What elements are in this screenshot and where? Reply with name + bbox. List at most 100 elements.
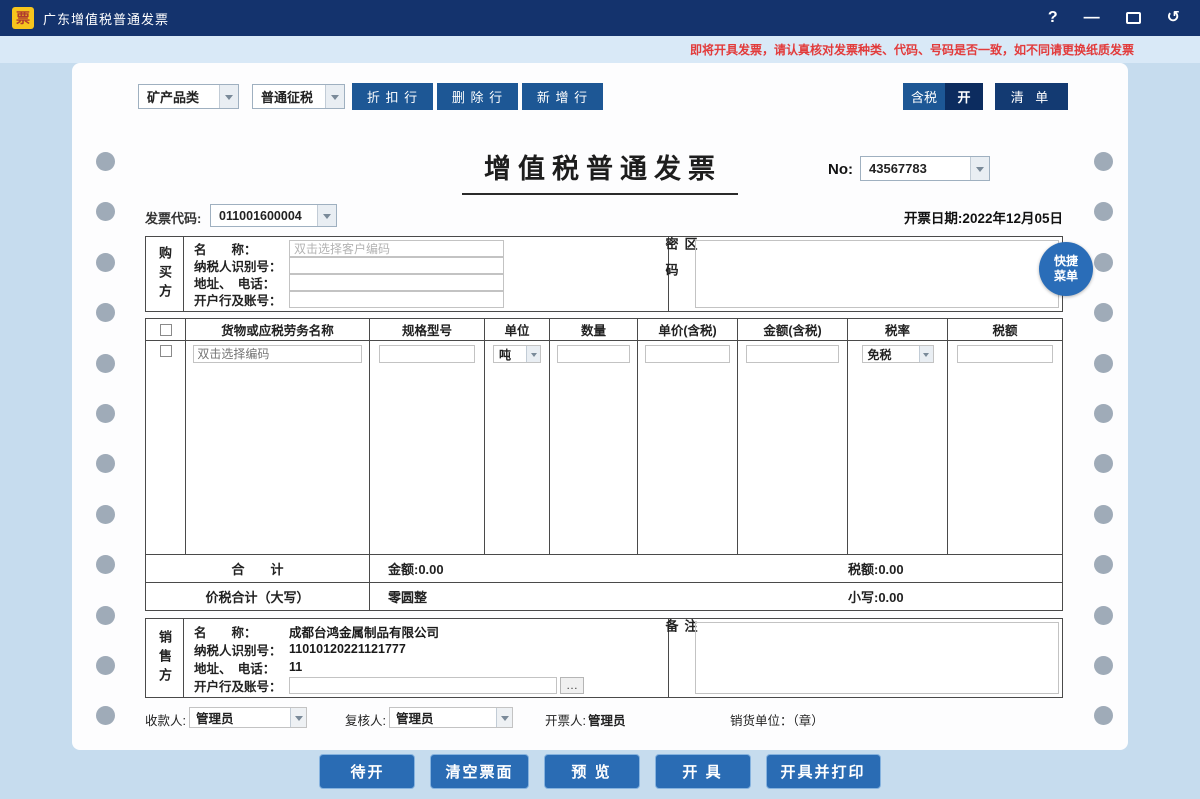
tax-included-label: 含税 bbox=[903, 83, 945, 110]
perforation-hole bbox=[1094, 354, 1113, 373]
col-header-spec: 规格型号 bbox=[370, 319, 485, 341]
chevron-down-icon bbox=[496, 708, 512, 727]
buyer-address-input[interactable] bbox=[289, 274, 504, 291]
reviewer-value: 管理员 bbox=[396, 712, 434, 726]
minimize-icon[interactable]: — bbox=[1084, 10, 1100, 26]
perforation-hole bbox=[96, 606, 115, 625]
delete-row-button[interactable]: 删 除 行 bbox=[437, 83, 518, 110]
grand-total-label: 价税合计（大写） bbox=[146, 583, 370, 610]
item-unit-cell: 吨 bbox=[485, 341, 550, 369]
tax-included-toggle[interactable]: 含税 开 bbox=[903, 83, 983, 110]
issue-and-print-button[interactable]: 开具并打印 bbox=[765, 754, 881, 789]
subtotal-amount: 金额:0.00 bbox=[388, 562, 444, 577]
chevron-down-icon bbox=[526, 346, 540, 362]
row-select-cell bbox=[146, 341, 186, 369]
col-header-amount: 金额(含税) bbox=[738, 319, 848, 341]
buyer-bank-input[interactable] bbox=[289, 291, 504, 308]
action-bar: 待开 清空票面 预 览 开 具 开具并打印 bbox=[0, 754, 1200, 789]
perforation-hole bbox=[1094, 656, 1113, 675]
seller-bank-input[interactable] bbox=[289, 676, 557, 694]
perforation-hole bbox=[1094, 706, 1113, 725]
reviewer-select[interactable]: 管理员 bbox=[389, 707, 513, 728]
seller-side-label: 销售方 bbox=[146, 619, 184, 697]
item-taxrate-cell: 免税 bbox=[848, 341, 948, 369]
remark-box[interactable] bbox=[695, 622, 1059, 694]
buyer-section: 购买方 名 称： 纳税人识别号： 地址、 电话： 开户行及账号： 密码区 bbox=[145, 236, 1063, 312]
item-unit-select[interactable]: 吨 bbox=[493, 345, 541, 363]
invoice-code-select[interactable]: 011001600004 bbox=[210, 204, 337, 227]
col-header-unit: 单位 bbox=[485, 319, 550, 341]
payee-select[interactable]: 管理员 bbox=[189, 707, 307, 728]
maximize-icon[interactable] bbox=[1125, 12, 1141, 24]
add-row-button[interactable]: 新 增 行 bbox=[522, 83, 603, 110]
item-spec-input[interactable] bbox=[378, 345, 476, 363]
perforation-hole bbox=[96, 454, 115, 473]
remark-label: 备注 bbox=[664, 619, 698, 697]
perforation-hole bbox=[1094, 555, 1113, 574]
password-zone-label: 密码区 bbox=[664, 237, 698, 311]
preview-button[interactable]: 预 览 bbox=[543, 754, 640, 789]
window-controls: ? — ↺ bbox=[1048, 10, 1180, 26]
tax-mode-select[interactable]: 普通征税 bbox=[252, 84, 345, 109]
quick-menu-button[interactable]: 快捷菜单 bbox=[1039, 242, 1093, 296]
chevron-down-icon bbox=[970, 157, 989, 180]
seller-section: 销售方 名 称： 成都台鸿金属制品有限公司 纳税人识别号： 1101012022… bbox=[145, 618, 1063, 698]
perforation-hole bbox=[96, 354, 115, 373]
subtotal-tax: 税额:0.00 bbox=[848, 562, 904, 577]
chevron-down-icon bbox=[317, 205, 336, 226]
item-amount-input[interactable] bbox=[746, 345, 839, 363]
issue-button[interactable]: 开 具 bbox=[654, 754, 751, 789]
item-qty-input[interactable] bbox=[556, 345, 631, 363]
grand-total-words: 零圆整 bbox=[388, 590, 428, 605]
clear-form-button[interactable]: 清空票面 bbox=[430, 754, 529, 789]
chevron-down-icon bbox=[325, 85, 344, 108]
perforation-hole bbox=[1094, 152, 1113, 171]
discount-row-button[interactable]: 折 扣 行 bbox=[352, 83, 433, 110]
item-amount-cell bbox=[738, 341, 848, 369]
item-price-input[interactable] bbox=[645, 345, 730, 363]
buyer-bank-label: 开户行及账号： bbox=[194, 294, 282, 308]
grand-total-numeric: 小写:0.00 bbox=[848, 590, 904, 605]
titlebar: 票 广东增值税普通发票 ? — ↺ bbox=[0, 0, 1200, 36]
buyer-taxid-input[interactable] bbox=[289, 257, 504, 274]
perforation-hole bbox=[96, 656, 115, 675]
select-all-checkbox[interactable] bbox=[159, 323, 172, 336]
drawer-label: 开票人: bbox=[545, 714, 586, 728]
category-select[interactable]: 矿产品类 bbox=[138, 84, 239, 109]
pending-button[interactable]: 待开 bbox=[319, 754, 416, 789]
list-button[interactable]: 清 单 bbox=[995, 83, 1068, 110]
invoice-no-value: 43567783 bbox=[869, 161, 927, 176]
app-window: 票 广东增值税普通发票 ? — ↺ 即将开具发票，请认真核对发票种类、代码、号码… bbox=[0, 0, 1200, 799]
help-icon[interactable]: ? bbox=[1048, 10, 1058, 26]
seller-name-label: 名 称： bbox=[194, 625, 257, 640]
ellipsis-button[interactable]: … bbox=[560, 676, 584, 694]
select-all-cell bbox=[146, 319, 186, 341]
item-tax-input[interactable] bbox=[956, 345, 1054, 363]
perforation-hole bbox=[96, 303, 115, 322]
tax-included-state: 开 bbox=[945, 83, 983, 110]
col-header-taxrate: 税率 bbox=[848, 319, 948, 341]
subtotal-label: 合 计 bbox=[146, 555, 370, 582]
item-unit-value: 吨 bbox=[499, 347, 512, 362]
app-logo-icon: 票 bbox=[12, 7, 34, 29]
seller-taxid-value: 11010120221121777 bbox=[289, 642, 406, 656]
item-qty-cell bbox=[550, 341, 638, 369]
invoice-no-select[interactable]: 43567783 bbox=[860, 156, 990, 181]
password-zone-box bbox=[695, 240, 1059, 308]
item-name-input[interactable] bbox=[193, 345, 362, 363]
buyer-name-input[interactable] bbox=[289, 240, 504, 257]
invoice-code-value: 011001600004 bbox=[219, 208, 302, 223]
chevron-down-icon bbox=[219, 85, 238, 108]
buyer-side-label: 购买方 bbox=[146, 237, 184, 311]
grand-total-row: 价税合计（大写） 零圆整 小写:0.00 bbox=[145, 582, 1063, 611]
seller-fields: 名 称： 成都台鸿金属制品有限公司 纳税人识别号： 11010120221121… bbox=[184, 619, 668, 697]
warning-bar: 即将开具发票，请认真核对发票种类、代码、号码是否一致，如不同请更换纸质发票 bbox=[0, 36, 1200, 63]
seller-address-value: 11 bbox=[289, 660, 303, 674]
perforation-hole bbox=[96, 202, 115, 221]
seller-name-value: 成都台鸿金属制品有限公司 bbox=[289, 625, 440, 640]
undo-icon[interactable]: ↺ bbox=[1167, 10, 1180, 26]
seller-address-label: 地址、 电话： bbox=[194, 661, 276, 676]
row-checkbox[interactable] bbox=[159, 345, 172, 357]
item-taxrate-select[interactable]: 免税 bbox=[861, 345, 934, 363]
perforation-hole bbox=[1094, 202, 1113, 221]
